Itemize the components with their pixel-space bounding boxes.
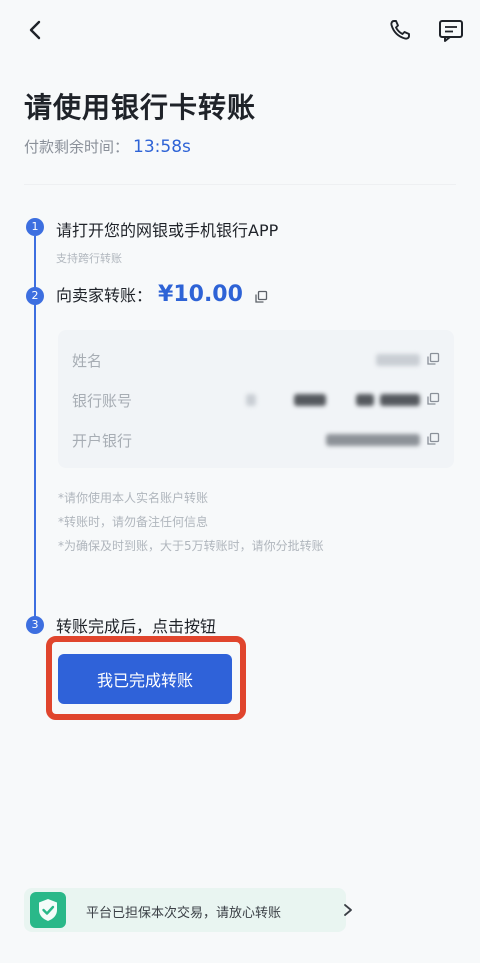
step-2: 向卖家转账： ¥10.00 bbox=[56, 282, 268, 307]
guarantee-text: 平台已担保本次交易，请放心转账 bbox=[86, 906, 282, 921]
redacted-bank bbox=[326, 434, 420, 446]
transfer-page: 请使用银行卡转账 付款剩余时间： 13:58s 1 请打开您的网银或手机银行APP… bbox=[0, 0, 480, 963]
shield-check-icon bbox=[30, 892, 66, 928]
phone-icon[interactable] bbox=[386, 16, 414, 44]
chevron-right-icon bbox=[344, 904, 352, 916]
step-2-badge: 2 bbox=[26, 287, 44, 305]
account-number-label: 银行账号 bbox=[72, 392, 133, 410]
account-row-name: 姓名 bbox=[72, 348, 442, 372]
back-arrow-icon[interactable] bbox=[22, 16, 50, 44]
step-1-title: 请打开您的网银或手机银行APP bbox=[56, 221, 279, 240]
note-item: *请你使用本人实名账户转账 bbox=[58, 491, 209, 505]
account-bank-label: 开户银行 bbox=[72, 432, 133, 450]
redacted-number-part bbox=[380, 394, 420, 406]
countdown: 付款剩余时间： 13:58s bbox=[24, 136, 191, 157]
step-3-title: 转账完成后，点击按钮 bbox=[56, 617, 217, 636]
note-item: *为确保及时到账，大于5万转账时，请你分批转账 bbox=[58, 539, 324, 553]
page-title: 请使用银行卡转账 bbox=[24, 91, 257, 124]
step-1-subtitle: 支持跨行转账 bbox=[56, 252, 122, 265]
account-card: 姓名 银行账号 开户银行 bbox=[58, 330, 454, 468]
confirm-transfer-button[interactable]: 我已完成转账 bbox=[58, 654, 232, 704]
account-row-bank: 开户银行 bbox=[72, 428, 442, 452]
transfer-amount: ¥10.00 bbox=[158, 282, 243, 307]
copy-icon[interactable] bbox=[254, 290, 268, 304]
countdown-value: 13:58s bbox=[133, 137, 191, 157]
step-1-badge: 1 bbox=[26, 218, 44, 236]
note-item: *转账时，请勿备注任何信息 bbox=[58, 515, 209, 529]
step-2-title: 向卖家转账： bbox=[56, 286, 153, 305]
redacted-name bbox=[376, 354, 420, 366]
copy-icon[interactable] bbox=[426, 352, 440, 366]
step-3-badge: 3 bbox=[26, 616, 44, 634]
copy-icon[interactable] bbox=[426, 392, 440, 406]
account-name-label: 姓名 bbox=[72, 352, 103, 370]
message-icon[interactable] bbox=[436, 16, 466, 44]
copy-icon[interactable] bbox=[426, 432, 440, 446]
redacted-number-part bbox=[294, 394, 326, 406]
redacted-number-part bbox=[246, 394, 256, 406]
top-nav bbox=[0, 0, 480, 60]
redacted-number-part bbox=[356, 394, 374, 406]
guarantee-banner[interactable]: 平台已担保本次交易，请放心转账 bbox=[24, 888, 352, 932]
divider bbox=[24, 184, 456, 185]
transfer-notes: *请你使用本人实名账户转账 *转账时，请勿备注任何信息 *为确保及时到账，大于5… bbox=[58, 486, 324, 558]
account-row-number: 银行账号 bbox=[72, 388, 442, 412]
countdown-label: 付款剩余时间： bbox=[24, 138, 130, 156]
